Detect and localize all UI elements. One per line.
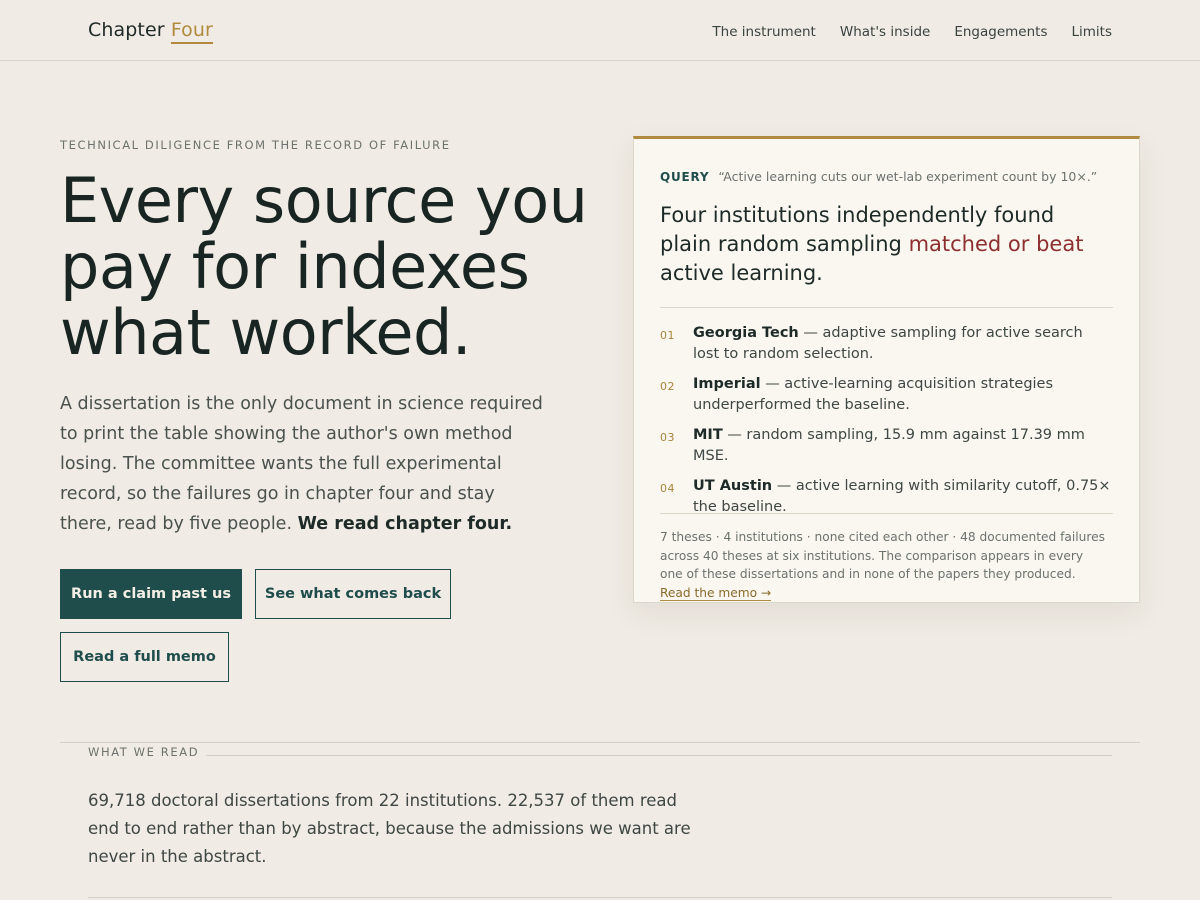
nav-link-limits[interactable]: Limits [1072, 24, 1113, 40]
item-institution: Imperial [693, 376, 761, 392]
section-divider [88, 897, 1112, 898]
brand-name-accent: Four [170, 19, 213, 44]
what-we-read-body: 69,718 doctoral dissertations from 22 in… [88, 791, 691, 866]
brand-logo-link[interactable]: Chapter Four [88, 19, 213, 44]
nav-link-the-instrument[interactable]: The instrument [712, 24, 815, 40]
nav-link-whats-inside[interactable]: What's inside [840, 24, 930, 40]
item-number: 03 [660, 431, 675, 444]
brand-name: Chapter [88, 19, 165, 41]
card-divider [660, 307, 1113, 308]
card-footnote: 7 theses · 4 institutions · none cited e… [660, 528, 1108, 602]
see-what-comes-back-button[interactable]: See what comes back [255, 569, 451, 619]
item-institution: MIT [693, 427, 723, 443]
section-label-rule [206, 755, 1112, 756]
hero-headline: Every source you pay for indexes what wo… [60, 164, 588, 369]
list-item: 02 Imperial — active-learning acquisitio… [660, 374, 1113, 416]
nav-link-engagements[interactable]: Engagements [954, 24, 1047, 40]
section-divider [60, 742, 1140, 743]
list-item: 04 UT Austin — active learning with simi… [660, 476, 1113, 518]
item-text: — random sampling, 15.9 mm against 17.39… [693, 427, 1085, 464]
finding-text-post: active learning. [660, 261, 823, 285]
run-claim-button[interactable]: Run a claim past us [60, 569, 242, 619]
query-row: QUERY “Active learning cuts our wet-lab … [660, 169, 1120, 184]
item-number: 02 [660, 380, 675, 393]
read-full-memo-button[interactable]: Read a full memo [60, 632, 229, 682]
item-institution: UT Austin [693, 478, 773, 494]
item-number: 04 [660, 482, 675, 495]
finding-highlight: matched or beat [908, 232, 1084, 256]
finding-summary: Four institutions independently found pl… [660, 201, 1110, 288]
hero-lede-text: A dissertation is the only document in s… [60, 394, 543, 534]
hero-lede-bold: We read chapter four. [297, 514, 513, 534]
hero-eyebrow: TECHNICAL DILIGENCE FROM THE RECORD OF F… [60, 138, 451, 152]
finding-list: 01 Georgia Tech — adaptive sampling for … [660, 323, 1113, 518]
query-label: QUERY [660, 170, 710, 184]
read-the-memo-link[interactable]: Read the memo → [660, 585, 772, 601]
section-label-what-we-read: WHAT WE READ [88, 745, 200, 759]
footnote-text: 7 theses · 4 institutions · none cited e… [660, 530, 1105, 581]
main-nav: The instrument What's inside Engagements… [712, 24, 1112, 40]
query-example-card: QUERY “Active learning cuts our wet-lab … [633, 136, 1140, 603]
item-number: 01 [660, 329, 675, 342]
item-institution: Georgia Tech [693, 325, 799, 341]
list-item: 03 MIT — random sampling, 15.9 mm agains… [660, 425, 1113, 467]
card-divider [660, 513, 1113, 514]
query-text: “Active learning cuts our wet-lab experi… [718, 169, 1098, 184]
list-item: 01 Georgia Tech — adaptive sampling for … [660, 323, 1113, 365]
top-navigation-bar: Chapter Four The instrument What's insid… [0, 0, 1200, 61]
hero-lede: A dissertation is the only document in s… [60, 389, 550, 539]
